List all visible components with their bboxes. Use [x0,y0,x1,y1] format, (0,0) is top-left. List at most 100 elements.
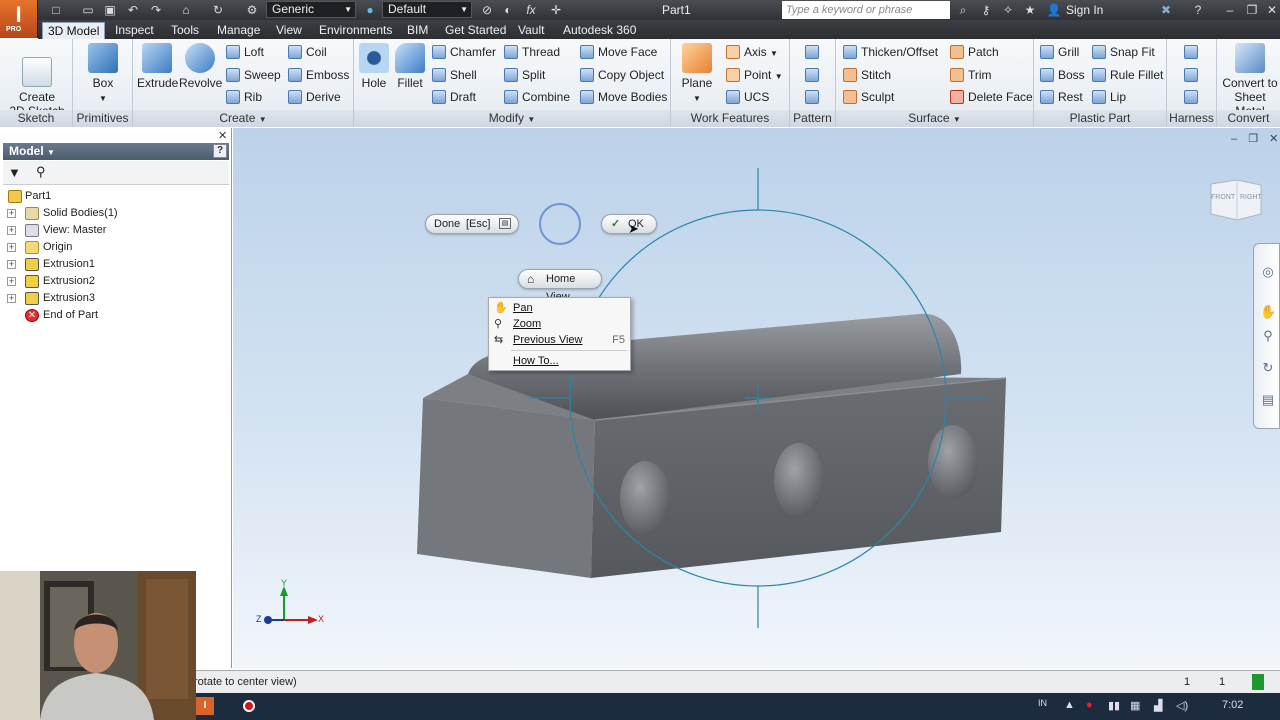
coil-button[interactable]: Coil [288,44,327,60]
language-indicator[interactable]: IN [1038,698,1047,708]
redo-icon[interactable]: ↷ [148,2,164,18]
hole-button[interactable]: Hole [358,43,390,90]
close-icon[interactable]: ✕ [218,129,227,142]
binoculars-icon[interactable]: ⌕ [955,2,971,18]
clock[interactable]: 7:02 [1222,699,1243,711]
move-bodies-button[interactable]: Move Bodies [580,89,667,105]
mirror-button[interactable] [805,89,823,105]
tree-item-origin[interactable]: + Origin [3,239,229,256]
convert-to-sheet-metal-button[interactable]: Convert to Sheet Metal [1219,43,1280,118]
satellite-icon[interactable]: ✧ [1000,2,1016,18]
rib-button[interactable]: Rib [226,89,262,105]
create-panel-title[interactable]: Create ▼ [133,110,353,127]
box-button[interactable]: Box ▼ [85,43,121,106]
update-icon[interactable]: ↻ [210,2,226,18]
minimize-document-icon[interactable]: – [1231,133,1237,145]
expand-icon[interactable]: + [7,260,16,269]
record-icon[interactable] [243,700,255,712]
zoom-icon[interactable]: ⚲ [1260,328,1276,344]
tree-item-end-of-part[interactable]: ✕ End of Part [3,307,229,324]
split-button[interactable]: Split [504,67,545,83]
measure-icon[interactable]: ✛ [548,2,564,18]
clear-appearance-icon[interactable]: ⊘ [479,2,495,18]
revolve-button[interactable]: Revolve [179,43,222,90]
app-logo[interactable]: I PRO [0,0,38,38]
audio-meter-icon[interactable]: ▮▮ [1108,699,1120,712]
save-icon[interactable]: ▣ [102,2,118,18]
new-file-icon[interactable]: □ [48,2,64,18]
expand-icon[interactable]: + [7,226,16,235]
tray-expand-icon[interactable]: ▲ [1064,699,1075,711]
search-input[interactable]: Type a keyword or phrase [782,1,950,19]
create-2d-sketch-button[interactable]: Create 2D Sketch [8,43,66,118]
point-button[interactable]: Point ▼ [726,67,783,85]
pan-hand-icon[interactable]: ✋ [1260,304,1276,320]
tree-item-extrusion2[interactable]: + Extrusion2 [3,273,229,290]
draft-button[interactable]: Draft [432,89,476,105]
expand-icon[interactable]: + [7,277,16,286]
surface-panel-title[interactable]: Surface ▼ [836,110,1033,127]
key-icon[interactable]: ⚷ [978,2,994,18]
ucs-button[interactable]: UCS [726,89,769,105]
steering-wheel-icon[interactable]: ◎ [1260,264,1276,280]
settings-icon[interactable]: ⚙ [244,2,260,18]
tab-environments[interactable]: Environments [314,22,397,39]
look-at-icon[interactable]: ▤ [1260,392,1276,408]
viewcube[interactable]: FRONT RIGHT [1207,176,1265,224]
patch-button[interactable]: Patch [950,44,999,60]
expand-icon[interactable]: + [7,243,16,252]
stitch-button[interactable]: Stitch [843,67,891,83]
tab-tools[interactable]: Tools [166,22,204,39]
copy-object-button[interactable]: Copy Object [580,67,664,83]
fx-icon[interactable]: fx [523,2,539,18]
harness-tool-3-button[interactable] [1184,89,1202,105]
restore-document-icon[interactable]: ❐ [1248,133,1258,145]
delete-face-button[interactable]: Delete Face [950,89,1033,105]
close-document-icon[interactable]: ✕ [1269,133,1278,145]
viewcube-right-face[interactable]: RIGHT [1240,194,1262,201]
harness-tool-2-button[interactable] [1184,67,1202,83]
axis-button[interactable]: Axis ▼ [726,44,778,62]
tree-item-view-master[interactable]: + View: Master [3,222,229,239]
help-icon[interactable]: ? [213,144,227,158]
material-dropdown[interactable]: Generic ▼ [266,1,356,18]
harness-tool-1-button[interactable] [1184,44,1202,60]
loft-button[interactable]: Loft [226,44,264,60]
tree-item-extrusion3[interactable]: + Extrusion3 [3,290,229,307]
user-icon[interactable]: 👤 [1046,2,1062,18]
fillet-button[interactable]: Fillet [394,43,426,90]
exchange-apps-icon[interactable]: ✖ [1158,2,1174,18]
circular-pattern-button[interactable] [805,67,823,83]
tab-manage[interactable]: Manage [212,22,265,39]
network-icon[interactable]: ▟ [1154,699,1162,712]
model-canvas[interactable] [233,128,1280,669]
extrude-button[interactable]: Extrude [137,43,178,90]
filter-icon[interactable]: ▼ [8,165,21,180]
plane-button[interactable]: Plane ▼ [679,43,715,106]
restore-window-icon[interactable]: ❐ [1244,2,1260,18]
tab-3d-model[interactable]: 3D Model [42,22,106,39]
chamfer-button[interactable]: Chamfer [432,44,496,60]
tree-item-solid-bodies[interactable]: + Solid Bodies(1) [3,205,229,222]
done-button[interactable]: Done [Esc] ▤ [425,214,519,234]
graphics-window[interactable]: Done [Esc] ▤ ✓ OK ➤ ⌂ Home View ✋Pan ⚲Zo… [233,128,1280,669]
appearance-dropdown[interactable]: Default ▼ [382,1,472,18]
grill-button[interactable]: Grill [1040,44,1079,60]
menu-item-pan[interactable]: ✋ Pan [489,300,630,316]
adjust-icon[interactable]: ◐ [500,2,516,18]
tab-get-started[interactable]: Get Started [440,22,511,39]
favorites-star-icon[interactable]: ★ [1022,2,1038,18]
menu-item-how-to[interactable]: How To... [489,353,630,369]
shell-button[interactable]: Shell [432,67,477,83]
sign-in-link[interactable]: Sign In [1066,3,1103,17]
inventor-taskbar-icon[interactable]: I [196,697,214,715]
home-icon[interactable]: ⌂ [178,2,194,18]
sweep-button[interactable]: Sweep [226,67,281,83]
tab-vault[interactable]: Vault [513,22,549,39]
menu-item-zoom[interactable]: ⚲ Zoom [489,316,630,332]
snap-fit-button[interactable]: Snap Fit [1092,44,1155,60]
thread-button[interactable]: Thread [504,44,560,60]
move-face-button[interactable]: Move Face [580,44,657,60]
combine-button[interactable]: Combine [504,89,570,105]
derive-button[interactable]: Derive [288,89,341,105]
